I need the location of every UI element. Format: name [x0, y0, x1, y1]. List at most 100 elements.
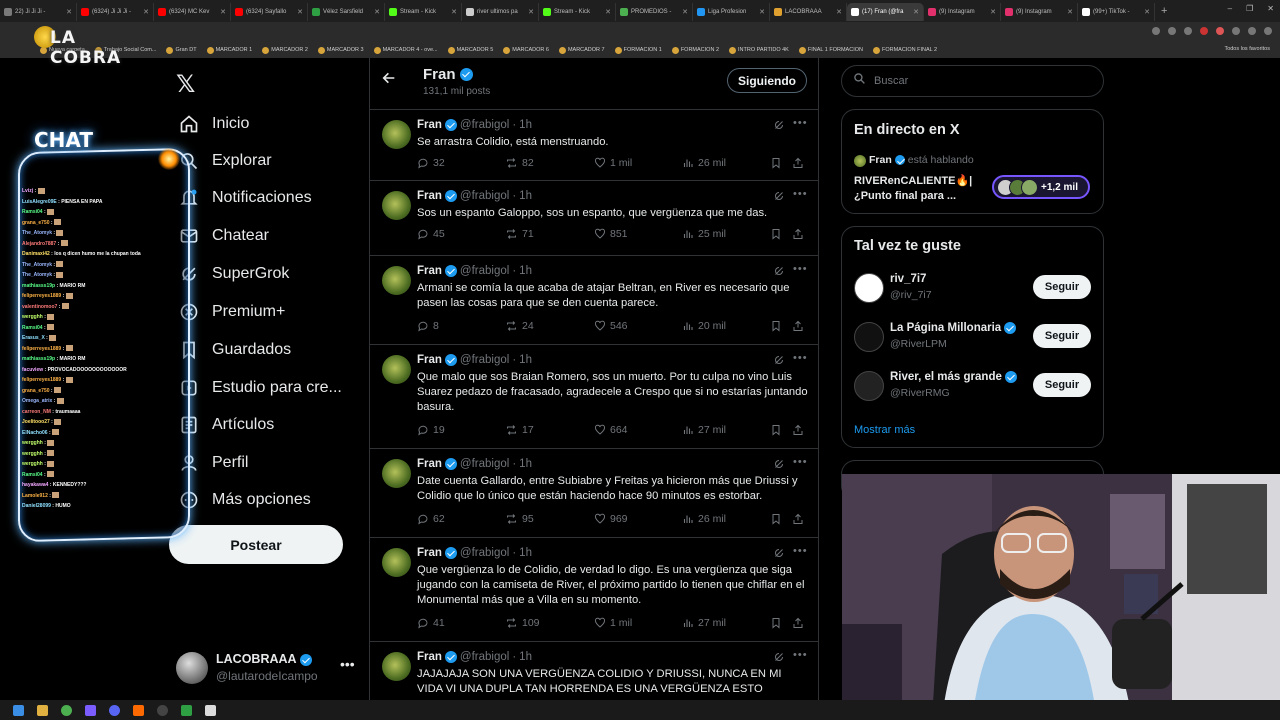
app-icon[interactable] — [133, 704, 144, 716]
suggestion-item[interactable]: riv_7i7 @riv_7i7 Seguir — [854, 271, 1094, 305]
tab-close-icon[interactable]: ✕ — [449, 8, 457, 16]
profile-avatar-icon[interactable] — [1248, 27, 1256, 35]
post-author-name[interactable]: Fran — [417, 265, 442, 277]
suggestion-item[interactable]: La Página Millonaria @RiverLPM Seguir — [854, 320, 1094, 354]
zoom-icon[interactable] — [1152, 27, 1160, 35]
avatar[interactable] — [854, 371, 884, 401]
like-button[interactable]: 664 — [594, 424, 628, 436]
follow-button[interactable]: Seguir — [1033, 275, 1091, 299]
views-button[interactable]: 27 mil — [682, 424, 726, 436]
bookmark-button[interactable] — [770, 228, 786, 240]
nav-estudio[interactable]: Estudio para cre... — [178, 373, 342, 403]
tab-close-icon[interactable]: ✕ — [141, 8, 149, 16]
more-icon[interactable]: ••• — [340, 656, 355, 672]
browser-tab[interactable]: Liga Profesion ✕ — [693, 3, 770, 21]
obs-icon[interactable] — [157, 704, 168, 716]
tab-close-icon[interactable]: ✕ — [295, 8, 303, 16]
post-time[interactable]: 1h — [519, 190, 532, 202]
nav-mas-opciones[interactable]: Más opciones — [178, 485, 311, 515]
avatar[interactable] — [382, 548, 411, 577]
browser-tab[interactable]: Vélez Sarsfield ✕ — [308, 3, 385, 21]
nav-explorar[interactable]: Explorar — [178, 146, 272, 176]
bookmark-item[interactable]: MARCADOR 3 — [317, 46, 364, 54]
post-handle[interactable]: @frabigol — [460, 547, 509, 559]
browser-tab[interactable]: (6324) Ji Ji Ji - ✕ — [77, 3, 154, 21]
reply-button[interactable]: 41 — [417, 617, 445, 629]
bookmark-button[interactable] — [770, 424, 786, 436]
bookmark-star-icon[interactable] — [1184, 27, 1192, 35]
extension-icon[interactable] — [1216, 27, 1224, 35]
share-button[interactable] — [792, 157, 808, 169]
nav-guardados[interactable]: Guardados — [178, 335, 291, 365]
following-button[interactable]: Siguiendo — [727, 68, 807, 93]
repost-button[interactable]: 95 — [505, 513, 534, 525]
follow-button[interactable]: Seguir — [1033, 324, 1091, 348]
search-box[interactable] — [841, 65, 1104, 97]
browser-tab[interactable]: (9) Instagram ✕ — [924, 3, 1001, 21]
views-button[interactable]: 26 mil — [682, 513, 726, 525]
post-author-name[interactable]: Fran — [417, 354, 442, 366]
post-author-name[interactable]: Fran — [417, 547, 442, 559]
bookmark-item[interactable]: FORMACION 1 — [614, 46, 662, 54]
bookmark-button[interactable] — [770, 513, 786, 525]
browser-tab[interactable]: (99+) TikTok - ✕ — [1078, 3, 1155, 21]
share-button[interactable] — [792, 424, 808, 436]
post-item[interactable]: Fran @frabigol · 1h ••• Armani se comía la qu… — [370, 255, 818, 344]
share-button[interactable] — [792, 320, 808, 332]
bookmark-item[interactable]: MARCADOR 7 — [558, 46, 605, 54]
reply-button[interactable]: 32 — [417, 157, 445, 169]
post-author-name[interactable]: Fran — [417, 119, 442, 131]
post-time[interactable]: 1h — [519, 651, 532, 663]
grok-icon[interactable] — [773, 547, 785, 562]
grok-icon[interactable] — [773, 190, 785, 205]
more-icon[interactable]: ••• — [793, 456, 808, 468]
tab-close-icon[interactable]: ✕ — [1065, 8, 1073, 16]
like-button[interactable]: 969 — [594, 513, 628, 525]
repost-button[interactable]: 24 — [505, 320, 534, 332]
more-icon[interactable]: ••• — [793, 649, 808, 661]
nav-notificaciones[interactable]: Notificaciones — [178, 183, 312, 213]
like-button[interactable]: 1 mil — [594, 157, 632, 169]
browser-tab[interactable]: Stream - Kick ✕ — [385, 3, 462, 21]
post-handle[interactable]: @frabigol — [460, 265, 509, 277]
post-item[interactable]: Fran @frabigol · 1h ••• Que malo que sos Brai… — [370, 344, 818, 448]
more-icon[interactable]: ••• — [793, 545, 808, 557]
maximize-icon[interactable]: ❐ — [1246, 4, 1253, 13]
post-handle[interactable]: @frabigol — [460, 458, 509, 470]
tab-close-icon[interactable]: ✕ — [911, 8, 919, 16]
start-icon[interactable] — [13, 704, 24, 716]
share-button[interactable] — [792, 513, 808, 525]
repost-button[interactable]: 82 — [505, 157, 534, 169]
repost-button[interactable]: 17 — [505, 424, 534, 436]
tab-close-icon[interactable]: ✕ — [834, 8, 842, 16]
browser-tab[interactable]: LACOBRAAA ✕ — [770, 3, 847, 21]
post-item[interactable]: Fran @frabigol · 1h ••• Date cuenta Gallardo,… — [370, 448, 818, 537]
bookmark-item[interactable]: MARCADOR 4 - ove... — [373, 46, 438, 54]
share-button[interactable] — [792, 228, 808, 240]
repost-button[interactable]: 109 — [505, 617, 540, 629]
more-icon[interactable]: ••• — [793, 263, 808, 275]
post-author-name[interactable]: Fran — [417, 190, 442, 202]
tab-close-icon[interactable]: ✕ — [1142, 8, 1150, 16]
reply-button[interactable]: 62 — [417, 513, 445, 525]
avatar[interactable] — [382, 120, 411, 149]
reply-button[interactable]: 8 — [417, 320, 439, 332]
browser-tab[interactable]: (6324) MC Kev ✕ — [154, 3, 231, 21]
post-handle[interactable]: @frabigol — [460, 119, 509, 131]
tab-close-icon[interactable]: ✕ — [372, 8, 380, 16]
reply-button[interactable]: 19 — [417, 424, 445, 436]
browser-tab[interactable]: (9) Instagram ✕ — [1001, 3, 1078, 21]
chrome-icon[interactable] — [61, 704, 72, 716]
grok-icon[interactable] — [773, 265, 785, 280]
like-button[interactable]: 851 — [594, 228, 628, 240]
bookmark-item[interactable]: INTRO PARTIDO 4K — [729, 46, 789, 54]
share-button[interactable] — [792, 617, 808, 629]
bookmark-item[interactable]: FORMACION FINAL 2 — [872, 46, 937, 54]
avatar[interactable] — [382, 459, 411, 488]
post-time[interactable]: 1h — [519, 547, 532, 559]
post-handle[interactable]: @frabigol — [460, 651, 509, 663]
back-arrow-icon[interactable] — [381, 70, 397, 91]
tab-close-icon[interactable]: ✕ — [218, 8, 226, 16]
grok-icon[interactable] — [773, 458, 785, 473]
reply-button[interactable]: 45 — [417, 228, 445, 240]
